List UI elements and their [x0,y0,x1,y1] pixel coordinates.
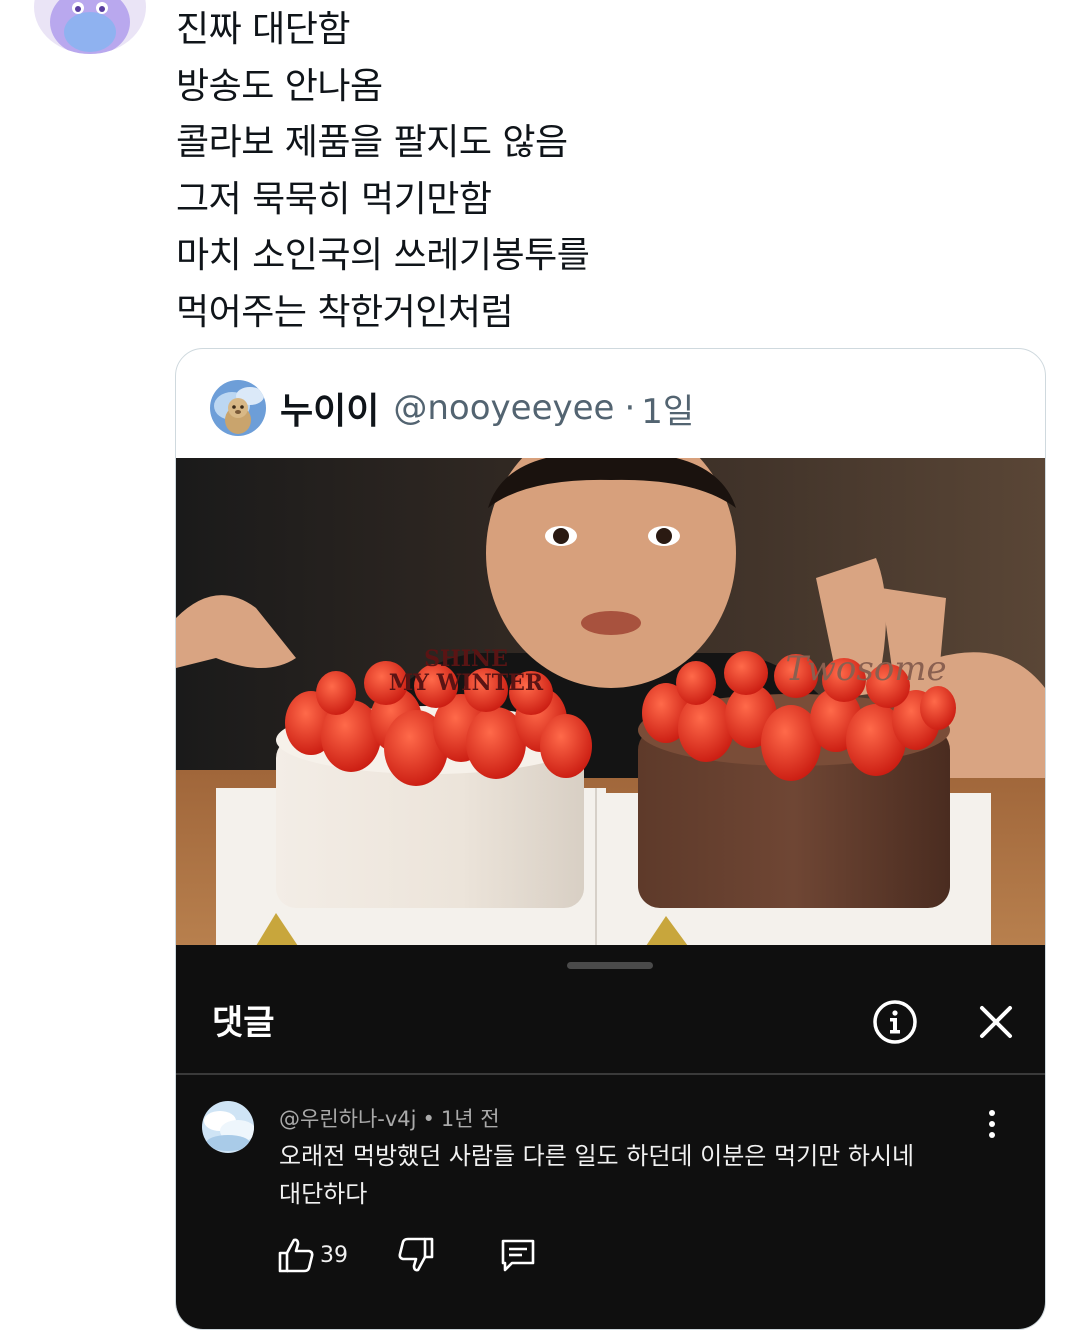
tweet-line: 먹어주는 착한거인처럼 [176,291,514,333]
comment-text: 오래전 먹방했던 사람들 다른 일도 하던데 이분은 먹기만 하시네 대단하다 [279,1137,959,1213]
comment-line: 오래전 먹방했던 사람들 다른 일도 하던데 이분은 먹기만 하시네 [279,1142,915,1170]
more-vert-icon[interactable] [982,1107,1002,1141]
separator-dot: · [624,388,636,428]
comments-panel: 댓글 @우린하나-v4j • 1년 전 오래전 먹방했던 사람들 다른 일도 하… [176,945,1045,1329]
comment-avatar[interactable] [202,1101,254,1153]
drag-handle[interactable] [567,962,653,969]
reply-icon[interactable] [498,1235,538,1275]
quote-author-handle[interactable]: @nooyeeyee [393,388,614,428]
comment-time: 1년 전 [440,1107,500,1131]
tweet-line: 마치 소인국의 쓰레기봉투를 [176,235,590,276]
quote-avatar[interactable] [210,380,266,436]
tweet-text: 진짜 대단함 방송도 안나옴 콜라보 제품을 팔지도 않음 그저 묵묵히 먹기만… [176,2,1036,341]
tweet-line: 방송도 안나옴 [176,65,383,107]
close-icon[interactable] [971,997,1021,1047]
tweet-line: 콜라보 제품을 팔지도 않음 [176,122,568,163]
divider [176,1073,1045,1075]
cake-topper-brand: Twosome [785,649,946,689]
comment-author[interactable]: @우린하나-v4j [279,1107,416,1131]
meta-dot: • [422,1107,435,1131]
comment-line: 대단하다 [279,1180,368,1208]
video-thumbnail[interactable]: SHINE MY WINTER Twosome [176,418,1045,948]
tweet-line: 진짜 대단함 [176,9,351,50]
tweet-line: 그저 묵묵히 먹기만함 [176,178,492,220]
cake-topper-line-2: MY WINTER [389,670,544,696]
like-count: 39 [320,1242,348,1268]
quote-author-name[interactable]: 누이이 [280,382,379,434]
quoted-tweet-card[interactable]: 누이이 @nooyeeyee · 1일 SHINE MY WINTER Twos… [175,348,1046,1330]
comments-title: 댓글 [212,1003,275,1043]
cake-topper-line-1: SHINE [424,646,508,672]
user-avatar[interactable] [34,0,146,54]
thumbs-down-icon[interactable] [396,1235,436,1275]
comment-meta: @우린하나-v4j • 1년 전 [279,1103,500,1133]
comment-actions: 39 [276,1235,538,1275]
quote-header: 누이이 @nooyeeyee · 1일 [210,379,694,437]
info-icon[interactable] [870,997,920,1047]
quote-timestamp[interactable]: 1일 [641,384,694,433]
thumbs-up-icon[interactable] [276,1235,316,1275]
